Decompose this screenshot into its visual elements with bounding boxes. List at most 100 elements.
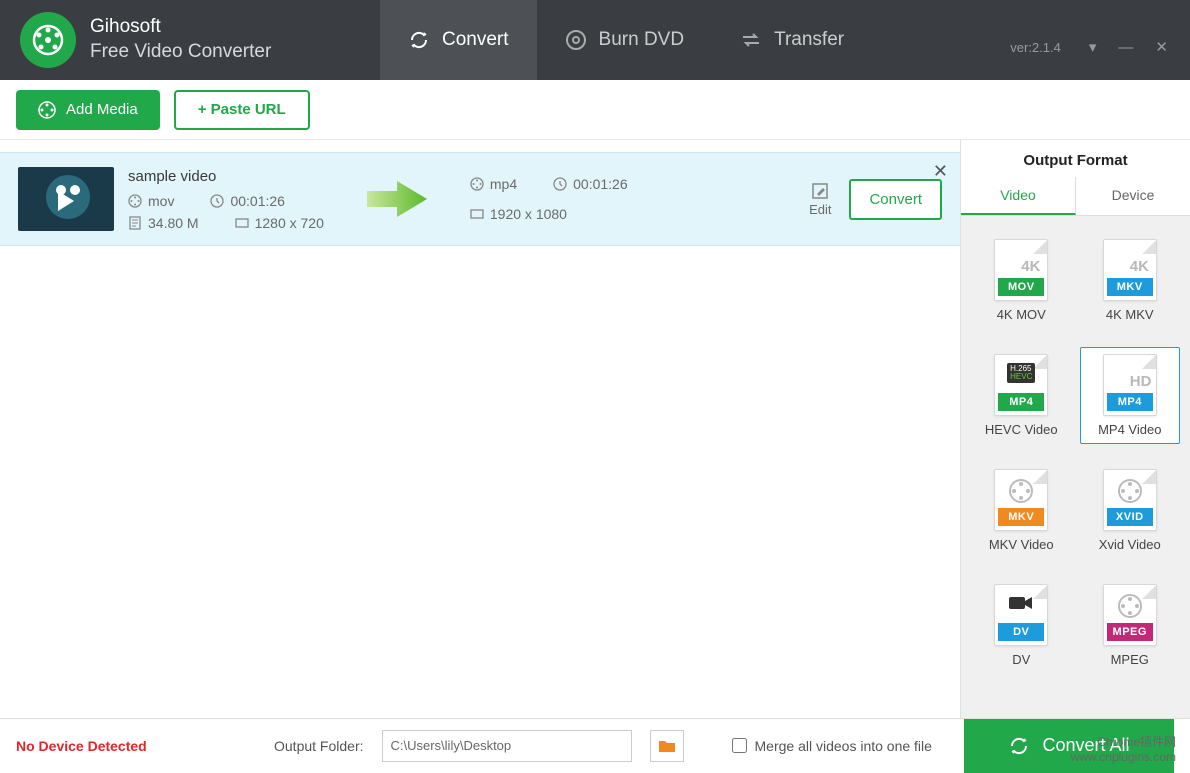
output-format-title: Output Format xyxy=(961,140,1190,177)
transfer-icon xyxy=(740,29,762,51)
remove-item-button[interactable]: ✕ xyxy=(933,161,948,182)
paste-url-label: + Paste URL xyxy=(198,101,286,118)
out-duration: 00:01:26 xyxy=(573,176,628,192)
out-resolution: 1920 x 1080 xyxy=(490,206,567,222)
format-label: DV xyxy=(1012,652,1030,667)
tab-transfer[interactable]: Transfer xyxy=(712,0,872,80)
disc-icon xyxy=(565,29,587,51)
app-logo-icon xyxy=(20,12,76,68)
merge-checkbox-input[interactable] xyxy=(732,738,747,753)
format-badge: MP4 xyxy=(998,393,1044,411)
tab-convert[interactable]: Convert xyxy=(380,0,537,80)
version-label: ver:2.1.4 xyxy=(1010,40,1061,55)
resolution-icon xyxy=(235,216,249,230)
conversion-queue: ✕ sample video mov 00:01:26 34.80 M 1280… xyxy=(0,152,960,718)
edit-button[interactable]: Edit xyxy=(809,182,831,217)
logo-area: Gihosoft Free Video Converter xyxy=(0,12,380,68)
titlebar: Gihosoft Free Video Converter Convert Bu… xyxy=(0,0,1190,80)
folder-icon xyxy=(658,739,676,753)
paste-url-button[interactable]: + Paste URL xyxy=(174,90,310,130)
format-option-xvid[interactable]: XVIDXvid Video xyxy=(1080,462,1181,559)
format-badge: DV xyxy=(998,623,1044,641)
queue-item[interactable]: ✕ sample video mov 00:01:26 34.80 M 1280… xyxy=(0,152,960,246)
of-tab-device[interactable]: Device xyxy=(1076,177,1190,215)
format-icon xyxy=(128,194,142,208)
format-label: MPEG xyxy=(1111,652,1149,667)
of-tab-video[interactable]: Video xyxy=(961,177,1076,215)
output-folder-label: Output Folder: xyxy=(274,738,364,754)
window-controls: ver:2.1.4 ▾ — ✕ xyxy=(988,0,1190,80)
tab-burn-label: Burn DVD xyxy=(599,29,685,51)
dropdown-button[interactable]: ▾ xyxy=(1089,38,1097,56)
format-option-mpeg[interactable]: MPEG MPEG xyxy=(1080,577,1181,674)
no-device-label: No Device Detected xyxy=(16,738,256,754)
out-format: mp4 xyxy=(490,176,517,192)
edit-icon xyxy=(811,182,829,200)
src-resolution: 1280 x 720 xyxy=(255,215,324,231)
output-format-tabs: Video Device xyxy=(961,177,1190,216)
arrow-icon xyxy=(362,179,432,219)
edit-label: Edit xyxy=(809,202,831,217)
format-label: Xvid Video xyxy=(1099,537,1161,552)
output-meta: mp4 00:01:26 1920 x 1080 xyxy=(470,176,628,222)
close-button[interactable]: ✕ xyxy=(1155,38,1168,56)
format-badge: MPEG xyxy=(1107,623,1153,641)
convert-all-button[interactable]: Convert All xyxy=(964,719,1174,773)
format-label: HEVC Video xyxy=(985,422,1058,437)
clock-icon xyxy=(553,177,567,191)
minimize-button[interactable]: — xyxy=(1118,39,1133,56)
format-file-icon: DV xyxy=(994,584,1048,646)
format-option-mkv[interactable]: MKV MKV Video xyxy=(971,462,1072,559)
brand-name: Gihosoft xyxy=(90,15,271,40)
clock-icon xyxy=(210,194,224,208)
convert-all-label: Convert All xyxy=(1042,735,1129,756)
format-file-icon: MPEG xyxy=(1103,584,1157,646)
format-grid: 4KMOV4K MOV4KMKV4K MKVH.265HEVCMP4HEVC V… xyxy=(961,216,1190,718)
footer-bar: No Device Detected Output Folder: Merge … xyxy=(0,718,1190,772)
format-top-icon xyxy=(1007,593,1035,613)
resolution-icon xyxy=(470,207,484,221)
reel-icon xyxy=(38,101,56,119)
format-label: 4K MOV xyxy=(997,307,1046,322)
format-option-mov[interactable]: 4KMOV 4K MOV xyxy=(971,232,1072,329)
format-badge: MKV xyxy=(1107,278,1153,296)
source-meta: sample video mov 00:01:26 34.80 M 1280 x… xyxy=(128,168,324,231)
format-top-icon xyxy=(1117,593,1143,619)
format-option-mp4[interactable]: H.265HEVC MP4 HEVC Video xyxy=(971,347,1072,444)
browse-folder-button[interactable] xyxy=(650,730,684,762)
video-thumbnail[interactable] xyxy=(18,167,114,231)
format-file-icon: MKV xyxy=(994,469,1048,531)
convert-item-button[interactable]: Convert xyxy=(849,179,942,220)
refresh-icon xyxy=(1008,735,1030,757)
format-label: 4K MKV xyxy=(1106,307,1154,322)
item-actions: Edit Convert xyxy=(809,179,942,220)
format-badge: MP4 xyxy=(1107,393,1153,411)
queue-panel: ✕ sample video mov 00:01:26 34.80 M 1280… xyxy=(0,140,960,718)
brand-text: Gihosoft Free Video Converter xyxy=(90,15,271,64)
format-file-icon: 4KMOV xyxy=(994,239,1048,301)
output-format-panel: Output Format Video Device 4KMOV4K MOV4K… xyxy=(960,140,1190,718)
format-label: MP4 Video xyxy=(1098,422,1161,437)
add-media-button[interactable]: Add Media xyxy=(16,90,160,130)
src-duration: 00:01:26 xyxy=(230,193,285,209)
format-label: MKV Video xyxy=(989,537,1054,552)
file-icon xyxy=(128,216,142,230)
format-top-icon xyxy=(1117,478,1143,504)
content-area: ✕ sample video mov 00:01:26 34.80 M 1280… xyxy=(0,140,1190,718)
output-folder-input[interactable] xyxy=(382,730,632,762)
format-option-mp4[interactable]: HDMP4MP4 Video xyxy=(1080,347,1181,444)
src-format: mov xyxy=(148,193,174,209)
format-top-icon xyxy=(1008,478,1034,504)
merge-checkbox[interactable]: Merge all videos into one file xyxy=(732,738,932,754)
tab-transfer-label: Transfer xyxy=(774,29,844,51)
format-badge: MKV xyxy=(998,508,1044,526)
merge-label: Merge all videos into one file xyxy=(755,738,932,754)
format-option-dv[interactable]: DV DV xyxy=(971,577,1072,674)
src-size: 34.80 M xyxy=(148,215,199,231)
toolbar: Add Media + Paste URL xyxy=(0,80,1190,140)
format-badge: MOV xyxy=(998,278,1044,296)
format-option-mkv[interactable]: 4KMKV4K MKV xyxy=(1080,232,1181,329)
format-top-icon: H.265HEVC xyxy=(1007,363,1035,383)
format-file-icon: H.265HEVC MP4 xyxy=(994,354,1048,416)
tab-burn-dvd[interactable]: Burn DVD xyxy=(537,0,713,80)
